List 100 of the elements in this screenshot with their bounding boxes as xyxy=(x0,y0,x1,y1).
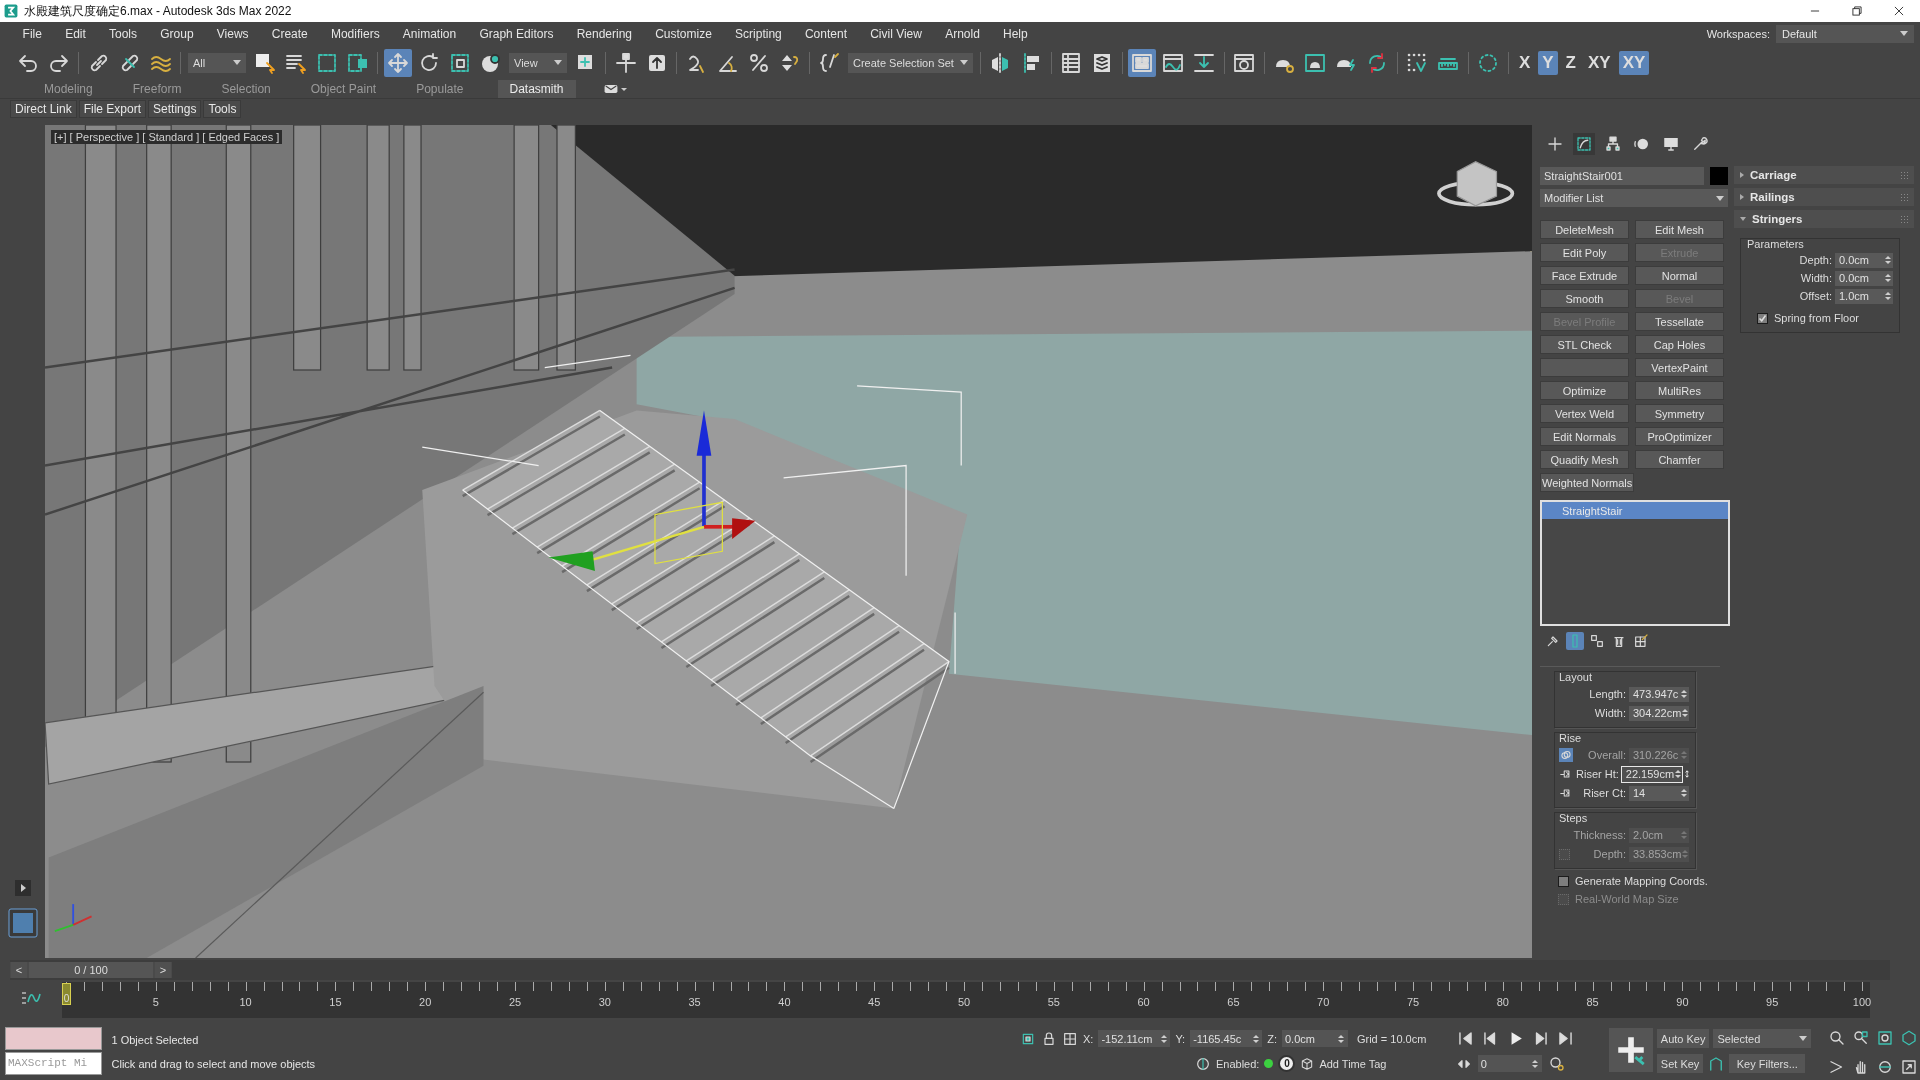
axis-button[interactable]: Z xyxy=(1561,50,1580,75)
ribbon-tab[interactable]: Modeling xyxy=(38,80,99,98)
viewcube-icon[interactable] xyxy=(1437,161,1515,207)
number-field[interactable]: 473.947c xyxy=(1629,686,1689,702)
modifier-button[interactable]: Edit Poly xyxy=(1540,243,1629,262)
panels-icon[interactable] xyxy=(1128,48,1157,77)
spinner-arrows-icon[interactable] xyxy=(1160,1033,1168,1044)
zoom-all-icon[interactable] xyxy=(1852,1029,1870,1047)
time-slider-track[interactable]: < 0 / 100 > xyxy=(10,960,1890,980)
pin-toggle-icon[interactable] xyxy=(1559,767,1573,781)
menu-item[interactable]: File xyxy=(11,26,54,41)
key-filters-button[interactable]: Key Filters... xyxy=(1729,1054,1806,1073)
modifier-button[interactable]: Normal xyxy=(1635,266,1724,285)
stack-item[interactable]: StraightStair xyxy=(1542,502,1728,519)
key-mode-dropdown[interactable]: Selected xyxy=(1713,1029,1812,1048)
number-field[interactable]: 0.0cm xyxy=(1835,270,1893,286)
modifier-button[interactable]: Chamfer xyxy=(1635,450,1724,469)
modifier-button[interactable]: Weighted Normals xyxy=(1540,473,1635,492)
number-field[interactable]: 304.22cm xyxy=(1629,705,1689,721)
set-key-button[interactable] xyxy=(1609,1028,1653,1072)
zoom-extents-all-icon[interactable] xyxy=(1900,1029,1918,1047)
spinner-arrows-icon[interactable] xyxy=(1674,769,1682,779)
spinner-arrows-icon[interactable] xyxy=(1681,708,1689,718)
spinner-arrows-icon[interactable] xyxy=(1531,1058,1539,1069)
menu-item[interactable]: Modifiers xyxy=(319,26,392,41)
menu-item[interactable]: Group xyxy=(148,26,206,41)
modifier-button[interactable]: Cap Holes xyxy=(1635,335,1724,354)
menu-item[interactable]: Graph Editors xyxy=(467,26,566,41)
modifier-button[interactable]: Quadify Mesh xyxy=(1540,450,1629,469)
maxscript-output-field[interactable]: MAXScript Mi xyxy=(5,1052,102,1075)
number-field[interactable]: 14 xyxy=(1629,785,1689,801)
checkbox[interactable] xyxy=(1558,875,1569,887)
modifier-button[interactable]: STL Check xyxy=(1540,335,1629,354)
modifier-button[interactable]: VertexPaint xyxy=(1635,358,1724,377)
modifier-button[interactable]: Face Extrude xyxy=(1540,266,1629,285)
ribbon-tab[interactable]: Selection xyxy=(215,80,277,98)
toolbar-dropdown[interactable]: View xyxy=(509,52,567,73)
spinner-arrows-icon[interactable] xyxy=(1252,1033,1260,1044)
menu-item[interactable]: Animation xyxy=(391,26,468,41)
zoom-icon[interactable] xyxy=(1828,1029,1846,1047)
datasmith-button[interactable]: Settings xyxy=(148,99,202,118)
move-gizmo-drawing[interactable] xyxy=(548,410,756,571)
time-tag-count[interactable]: 0 xyxy=(1278,1055,1296,1072)
modifier-list-dropdown[interactable]: Modifier List xyxy=(1540,189,1728,207)
rollout-header[interactable]: Carriage xyxy=(1734,166,1914,184)
previous-frame-button[interactable]: < xyxy=(11,962,27,978)
modify-icon[interactable] xyxy=(1573,133,1595,155)
menu-item[interactable]: Create xyxy=(260,26,320,41)
toolbar-dropdown[interactable]: All xyxy=(188,52,246,73)
workspaces-dropdown[interactable]: Default xyxy=(1776,24,1914,43)
coordinate-field[interactable]: -152.11cm xyxy=(1098,1030,1171,1047)
modifier-button[interactable]: DeleteMesh xyxy=(1540,220,1629,239)
configure-icon[interactable] xyxy=(1632,632,1650,650)
absolute-mode-icon[interactable] xyxy=(1061,1030,1078,1047)
modifier-button[interactable]: Optimize xyxy=(1540,381,1629,400)
menu-item[interactable]: Customize xyxy=(643,26,724,41)
spinner-arrows-icon[interactable] xyxy=(1884,273,1891,283)
next-frame-button[interactable]: > xyxy=(155,962,171,978)
time-config-icon[interactable] xyxy=(1547,1054,1566,1073)
ribbon-tab[interactable]: Populate xyxy=(410,80,470,98)
menu-item[interactable]: Scripting xyxy=(723,26,794,41)
pin-toggle-icon[interactable] xyxy=(1559,786,1573,800)
spinner-arrows-icon[interactable] xyxy=(1337,1033,1345,1044)
toolbar-dropdown[interactable]: Create Selection Set xyxy=(848,52,973,73)
coordinate-field[interactable]: -1165.45c xyxy=(1190,1030,1263,1047)
modifier-button[interactable]: Edit Mesh xyxy=(1635,220,1724,239)
checkbox[interactable] xyxy=(1757,312,1768,324)
color-swatch[interactable] xyxy=(1710,167,1728,185)
datasmith-button[interactable]: Direct Link xyxy=(10,99,77,118)
unique-icon[interactable] xyxy=(1588,632,1606,650)
modifier-button[interactable]: Edit Normals xyxy=(1540,427,1629,446)
axis-button[interactable]: X xyxy=(1514,50,1535,75)
zoom-extents-icon[interactable] xyxy=(1876,1029,1894,1047)
viewport-label[interactable]: [+] [ Perspective ] [ Standard ] [ Edged Faces ] xyxy=(51,130,283,144)
spinner-arrows-icon[interactable] xyxy=(1680,788,1687,798)
frame-field[interactable]: 0 xyxy=(1477,1055,1542,1072)
datasmith-button[interactable]: File Export xyxy=(78,99,147,118)
spinner-arrows-icon[interactable] xyxy=(1884,255,1891,265)
menu-item[interactable]: Rendering xyxy=(565,26,644,41)
menu-item[interactable]: Help xyxy=(991,26,1040,41)
viewport-layout-icon[interactable] xyxy=(7,908,38,938)
axis-button[interactable]: XY xyxy=(1583,50,1615,75)
modifier-button[interactable]: ProOptimizer xyxy=(1635,427,1724,446)
modifier-button[interactable]: Tessellate xyxy=(1635,312,1724,331)
caret-icon[interactable] xyxy=(620,87,627,91)
menu-item[interactable]: Views xyxy=(205,26,261,41)
menu-item[interactable]: Arnold xyxy=(933,26,992,41)
ribbon-tab[interactable]: Freeform xyxy=(126,80,188,98)
menu-item[interactable]: Tools xyxy=(97,26,149,41)
auto-key-button[interactable]: Auto Key xyxy=(1656,1029,1710,1048)
restore-icon[interactable] xyxy=(1850,4,1864,18)
menu-item[interactable]: Civil View xyxy=(858,26,934,41)
add-time-tag-link[interactable]: Add Time Tag xyxy=(1319,1057,1387,1070)
time-tag-icon[interactable] xyxy=(1194,1055,1211,1072)
coordinate-field[interactable]: 0.0cm xyxy=(1281,1030,1348,1047)
maxscript-input-field[interactable] xyxy=(5,1027,102,1050)
menu-item[interactable]: Edit xyxy=(53,26,98,41)
object-name-field[interactable]: StraightStair001 xyxy=(1540,167,1704,185)
maximize-icon[interactable] xyxy=(1900,1057,1918,1076)
number-field[interactable]: 1.0cm xyxy=(1835,288,1893,304)
